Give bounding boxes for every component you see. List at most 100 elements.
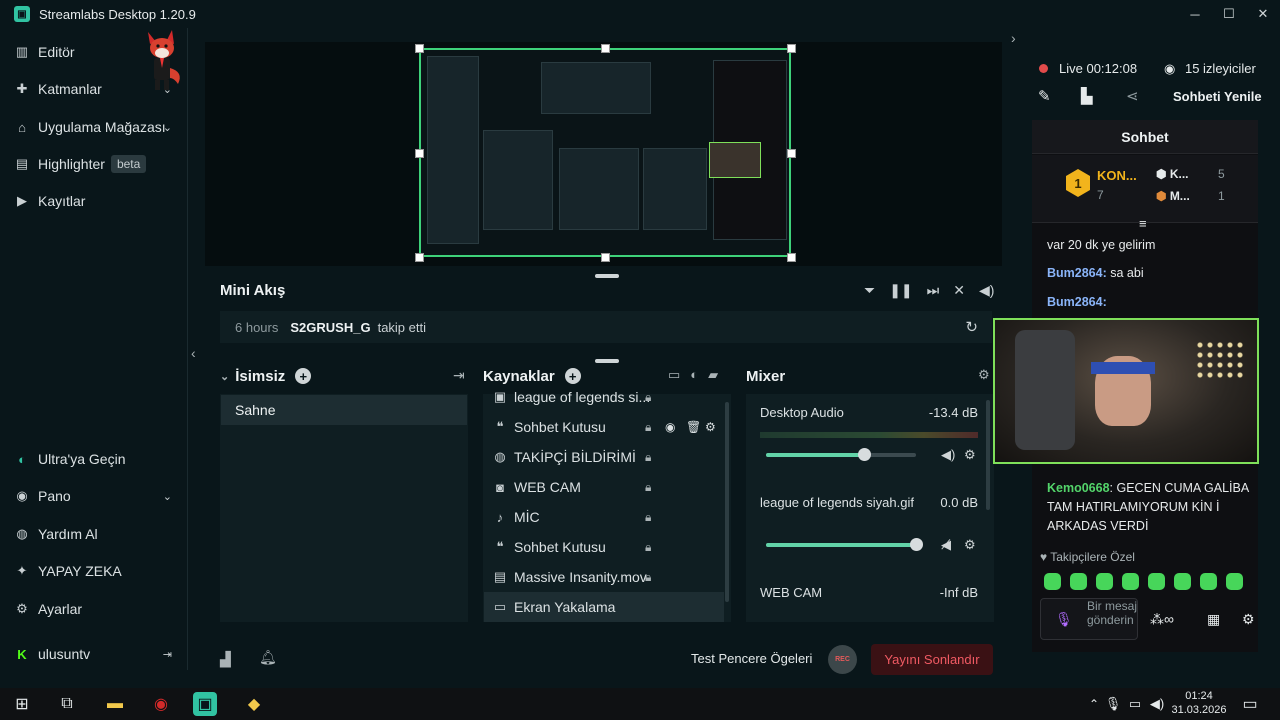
emote-icon[interactable] [1200, 573, 1217, 590]
emote-icon[interactable] [1174, 573, 1191, 590]
emote-icon[interactable] [1096, 573, 1113, 590]
nav-help[interactable]: ◍ Yardım Al [0, 518, 188, 550]
nav-highlighter[interactable]: ▤ Highlighter beta [0, 148, 188, 180]
split-drag-handle[interactable] [595, 274, 619, 278]
app-taskbar-icon[interactable]: ◆ [240, 690, 268, 718]
nav-ai[interactable]: ✦ YAPAY ZEKA [0, 555, 188, 587]
channel-settings-icon[interactable]: ⚙ [964, 537, 976, 553]
folder-icon[interactable]: ▰ [708, 367, 718, 383]
resize-handle[interactable] [787, 44, 796, 53]
source-item[interactable]: ▤ Massive Insanity.mov 🔒︎ [484, 562, 724, 592]
chat-username[interactable]: Bum2864: [1047, 266, 1107, 280]
split-drag-handle[interactable] [595, 359, 619, 363]
chevron-down-icon[interactable]: ⌄ [163, 490, 172, 503]
emote-icon[interactable] [1148, 573, 1165, 590]
add-scene-icon[interactable]: + [295, 368, 312, 384]
record-button[interactable]: REC [828, 645, 857, 674]
group-sources-icon[interactable]: ▭ [668, 367, 680, 383]
source-item[interactable]: ♪ MİC 🔒︎ [484, 502, 724, 532]
nav-recordings[interactable]: ▶ Kayıtlar [0, 185, 188, 217]
nav-dashboard[interactable]: ◉ Pano ⌄ [0, 480, 188, 512]
emote-picker-icon[interactable]: ⁂∞ [1150, 611, 1174, 628]
emote-icon[interactable] [1044, 573, 1061, 590]
resize-handle[interactable] [601, 253, 610, 262]
lock-icon[interactable]: 🔒︎ [645, 450, 651, 465]
volume-slider[interactable] [766, 448, 916, 461]
volume-icon[interactable]: ◀) [941, 447, 955, 463]
performance-icon[interactable]: ▟ [220, 651, 231, 668]
notifications-icon[interactable]: 🔔︎ [259, 649, 277, 666]
voice-chat-icon[interactable]: 🎙︎ [1055, 611, 1073, 628]
volume-slider-knob[interactable] [910, 538, 923, 551]
lock-icon[interactable]: 🔒︎ [645, 540, 651, 555]
chevron-down-icon[interactable]: ⌄ [163, 121, 172, 134]
source-item[interactable]: ◙ WEB CAM 🔒︎ [484, 472, 724, 502]
end-stream-button[interactable]: Yayını Sonlandır [871, 644, 993, 675]
windows-start-icon[interactable]: ⊞ [8, 690, 36, 718]
notification-center-icon[interactable]: ▭ [1236, 690, 1264, 718]
add-source-icon[interactable]: + [564, 368, 581, 384]
resize-handle[interactable] [787, 149, 796, 158]
lock-icon[interactable]: 🔒︎ [645, 420, 651, 435]
lock-icon[interactable]: 🔒︎ [645, 390, 651, 405]
sources-scrollbar[interactable] [725, 402, 729, 602]
nav-app-store[interactable]: ⌂ Uygulama Mağazası ⌄ [0, 111, 188, 143]
selected-source-preview[interactable] [419, 48, 791, 257]
channel-settings-icon[interactable]: ⚙ [964, 447, 976, 463]
scene-collection-title[interactable]: İsimsiz [235, 368, 285, 385]
feed-event-user[interactable]: S2GRUSH_G [290, 320, 370, 335]
lock-icon[interactable]: 🔒︎ [645, 510, 651, 525]
visibility-icon[interactable]: ◉ [665, 420, 675, 434]
share-stream-icon[interactable]: ▙ [1081, 87, 1093, 105]
task-view-icon[interactable]: ⧉ [53, 690, 81, 718]
edit-stream-info-icon[interactable]: ✎ [1038, 87, 1051, 105]
nav-editor[interactable]: ▥ Editör [0, 36, 188, 68]
delete-icon[interactable]: 🗑︎ [686, 420, 701, 434]
pause-icon[interactable]: ❚❚ [889, 282, 912, 299]
collapse-leaderboard-icon[interactable]: ≡ [1139, 216, 1147, 231]
repeat-alert-icon[interactable]: ↻ [965, 318, 978, 336]
source-item[interactable]: ▣ league of legends si... 🔒︎ [484, 384, 724, 410]
volume-icon[interactable]: ◀) [979, 282, 994, 299]
nav-ultra[interactable]: ◐ Ultra'ya Geçin [0, 443, 188, 475]
minimize-button[interactable]: ─ [1178, 0, 1212, 28]
nav-layers[interactable]: ✚ Katmanlar ⌄ [0, 73, 188, 105]
store-icon[interactable]: ▦ [1207, 611, 1220, 628]
chevron-down-icon[interactable]: ⌄ [220, 370, 229, 383]
resize-handle[interactable] [415, 44, 424, 53]
speaker-icon[interactable]: ◀) [1143, 690, 1171, 718]
volume-slider[interactable] [766, 538, 923, 551]
audio-sources-icon[interactable]: ◐ [690, 367, 698, 383]
app-taskbar-icon[interactable]: ◉ [147, 690, 175, 718]
emote-icon[interactable] [1226, 573, 1243, 590]
resize-handle[interactable] [787, 253, 796, 262]
logout-icon[interactable]: ⇥ [163, 648, 172, 661]
muted-volume-icon[interactable]: ◀̸ [941, 537, 951, 553]
chat-input-box[interactable]: 🎙︎ Bir mesaj gönderin [1040, 598, 1138, 640]
lock-icon[interactable]: 🔒︎ [645, 480, 651, 495]
scene-transitions-icon[interactable]: ⇥ [453, 367, 465, 384]
source-item-selected[interactable]: ▭ Ekran Yakalama [484, 592, 724, 622]
mixer-scrollbar[interactable] [986, 400, 990, 510]
share-icon[interactable]: ⋖ [1126, 87, 1139, 105]
close-button[interactable]: ✕ [1246, 0, 1280, 28]
test-widgets-button[interactable]: Test Pencere Ögeleri [691, 651, 812, 666]
file-explorer-icon[interactable]: ▬ [101, 690, 129, 718]
skip-icon[interactable]: ⏭ [927, 282, 940, 299]
mixer-settings-icon[interactable]: ⚙ [978, 367, 990, 383]
chevron-down-icon[interactable]: ⌄ [163, 83, 172, 96]
chat-username[interactable]: Bum2864: [1047, 295, 1107, 309]
emote-icon[interactable] [1122, 573, 1139, 590]
refresh-chat-button[interactable]: Sohbeti Yenile [1173, 89, 1262, 104]
filter-icon[interactable]: ⏷ [864, 282, 875, 299]
source-item[interactable]: ❝ Sohbet Kutusu 🔒︎ ◉ 🗑︎ ⚙ [484, 412, 724, 442]
emote-icon[interactable] [1070, 573, 1087, 590]
scene-item[interactable]: Sahne [221, 395, 467, 425]
resize-handle[interactable] [601, 44, 610, 53]
streamlabs-taskbar-icon[interactable]: ▣ [193, 692, 217, 716]
source-item[interactable]: ◍ TAKİPÇİ BİLDİRİMİ 🔒︎ [484, 442, 724, 472]
chat-settings-icon[interactable]: ⚙ [1242, 611, 1255, 628]
system-clock[interactable]: 01:24 31.03.2026 [1170, 689, 1228, 717]
lock-icon[interactable]: 🔒︎ [645, 570, 651, 585]
collapse-sidebar-icon[interactable]: ‹ [191, 345, 196, 361]
